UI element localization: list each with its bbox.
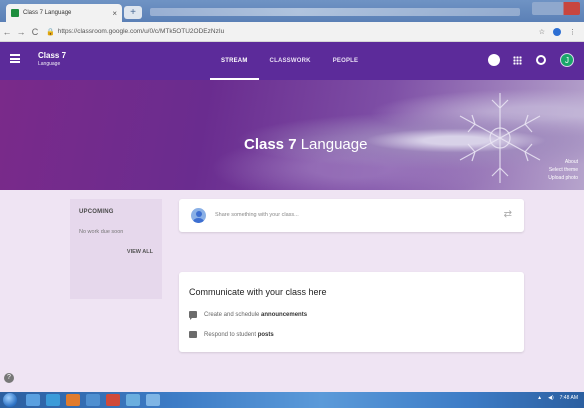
classroom-favicon-icon xyxy=(11,9,19,17)
back-button[interactable]: ← xyxy=(0,27,14,37)
tab-stream[interactable]: STREAM xyxy=(210,42,259,80)
url-field[interactable]: 🔒 https://classroom.google.com/u/0/c/MTk… xyxy=(46,28,539,36)
tab-classwork[interactable]: CLASSWORK xyxy=(259,42,322,80)
window-controls[interactable] xyxy=(532,2,580,15)
tab-close-icon[interactable]: × xyxy=(112,9,117,18)
bookmark-star-icon[interactable]: ☆ xyxy=(539,28,545,36)
share-placeholder[interactable]: Share something with your class... xyxy=(215,212,299,218)
classroom-header: Class 7 Language STREAM CLASSWORK PEOPLE… xyxy=(0,42,584,80)
reload-button[interactable]: C xyxy=(28,27,42,37)
tray-volume-icon[interactable]: ◀) xyxy=(548,395,554,401)
class-tabs: STREAM CLASSWORK PEOPLE xyxy=(210,42,369,80)
browser-menu-icon[interactable]: ⋮ xyxy=(569,28,576,36)
hamburger-menu-icon[interactable] xyxy=(10,54,20,63)
view-all-button[interactable]: VIEW ALL xyxy=(127,249,153,255)
class-banner: Class 7 Language About Select theme Uplo… xyxy=(0,80,584,190)
repost-icon[interactable]: ⇄ xyxy=(504,209,512,220)
info-row-announcements: Create and schedule announcements xyxy=(189,311,307,320)
windows-taskbar: ▲ ◀) 7:48 AM xyxy=(0,392,584,408)
avatar[interactable]: J xyxy=(560,53,574,67)
browser-tab-title: Class 7 Language xyxy=(23,10,72,16)
extension-icon[interactable] xyxy=(553,27,561,36)
about-link[interactable]: About xyxy=(548,158,578,166)
class-section: Language xyxy=(38,61,61,67)
tab-people[interactable]: PEOPLE xyxy=(322,42,370,80)
select-theme-link[interactable]: Select theme xyxy=(548,166,578,174)
gear-icon[interactable] xyxy=(489,55,499,65)
taskbar-app-icon[interactable] xyxy=(106,394,120,406)
upload-photo-link[interactable]: Upload photo xyxy=(548,174,578,182)
communicate-card: Communicate with your class here Create … xyxy=(179,272,524,352)
announcement-icon xyxy=(189,311,197,320)
taskbar-app-icon[interactable] xyxy=(46,394,60,406)
info-row-posts: Respond to student posts xyxy=(189,331,274,338)
taskbar-app-icon[interactable] xyxy=(146,394,160,406)
banner-links: About Select theme Upload photo xyxy=(548,158,578,182)
address-bar: ← → C 🔒 https://classroom.google.com/u/0… xyxy=(0,22,584,42)
class-name[interactable]: Class 7 xyxy=(38,52,66,60)
upcoming-empty-text: No work due soon xyxy=(79,229,124,235)
share-box[interactable]: Share something with your class... ⇄ xyxy=(179,199,524,232)
browser-tab[interactable]: Class 7 Language × xyxy=(6,4,122,22)
browser-tab-strip: Class 7 Language × + xyxy=(0,0,584,22)
account-ring-icon[interactable] xyxy=(536,55,546,65)
tab-strip-background xyxy=(150,8,520,16)
url-text: https://classroom.google.com/u/0/c/MTk5O… xyxy=(57,28,225,35)
help-icon[interactable]: ? xyxy=(4,373,14,383)
taskbar-app-icon[interactable] xyxy=(66,394,80,406)
system-tray: ▲ ◀) 7:48 AM xyxy=(537,395,578,401)
taskbar-app-icon[interactable] xyxy=(26,394,40,406)
lock-icon: 🔒 xyxy=(46,28,55,36)
reply-icon xyxy=(189,331,197,338)
new-tab-button[interactable]: + xyxy=(124,6,142,19)
forward-button[interactable]: → xyxy=(14,27,28,37)
user-avatar-icon xyxy=(191,208,206,223)
taskbar-app-icon[interactable] xyxy=(86,394,100,406)
start-button[interactable] xyxy=(3,393,17,407)
taskbar-app-icon[interactable] xyxy=(126,394,140,406)
communicate-title: Communicate with your class here xyxy=(189,287,327,297)
taskbar-clock[interactable]: 7:48 AM xyxy=(560,395,578,401)
upcoming-heading: UPCOMING xyxy=(79,209,114,215)
banner-title: Class 7 Language xyxy=(244,136,368,153)
upcoming-panel: UPCOMING No work due soon VIEW ALL xyxy=(70,199,162,299)
apps-grid-icon[interactable] xyxy=(513,55,522,65)
tray-network-icon[interactable]: ▲ xyxy=(537,395,542,401)
